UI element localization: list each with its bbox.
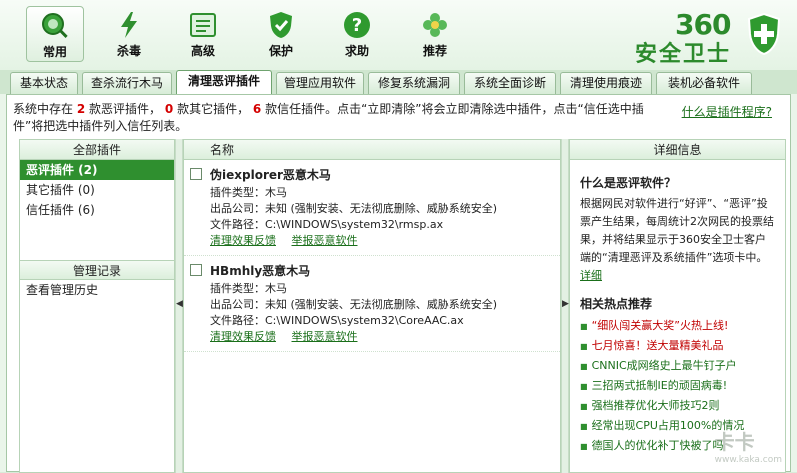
flower-icon <box>423 13 447 37</box>
tab-system-diagnosis[interactable]: 系统全面诊断 <box>464 72 556 94</box>
report-link[interactable]: 举报恶意软件 <box>292 330 358 343</box>
logo-name: 安全卫士 <box>635 42 732 67</box>
watermark: 卡卡 www.kaka.com <box>715 426 782 465</box>
info-text: 款恶评插件， <box>89 102 162 116</box>
toolbar-common-button[interactable]: 常用 <box>26 6 84 62</box>
question-icon: ? <box>344 12 370 38</box>
category-trusted[interactable]: 信任插件 (6) <box>20 200 174 220</box>
toolbar-protect-button[interactable]: 保护 <box>252 6 310 62</box>
info-text: 系统中存在 <box>13 102 74 116</box>
trusted-count: 6 <box>252 102 262 116</box>
watermark-url: www.kaka.com <box>714 455 782 465</box>
what-is-plugin-link[interactable]: 什么是插件程序? <box>682 103 772 120</box>
management-header: 管理记录 <box>20 260 174 280</box>
malicious-count: 2 <box>76 102 86 116</box>
detail-panel: 详细信息 什么是恶评软件？ 根据网民对软件进行“好评”、“恶评”投票产生结果，每… <box>569 139 786 473</box>
tab-manage-software[interactable]: 管理应用软件 <box>276 72 364 94</box>
hot-link[interactable]: 强档推荐优化大师技巧2则 <box>580 396 775 416</box>
name-column-header: 名称 <box>184 140 560 160</box>
tab-bar: 基本状态 查杀流行木马 清理恶评插件 管理应用软件 修复系统漏洞 系统全面诊断 … <box>0 70 797 95</box>
info-message: 系统中存在 2 款恶评插件， 0 款其它插件， 6 款信任插件。点击“立即清除”… <box>13 101 653 135</box>
top-toolbar: 常用 杀毒 高级 保护 ? 求助 推荐 360 安全卫士 <box>0 0 797 70</box>
hot-title: 相关热点推荐 <box>580 297 653 311</box>
tab-clean-traces[interactable]: 清理使用痕迹 <box>560 72 652 94</box>
hot-link[interactable]: CNNIC成网络史上最牛钉子户 <box>580 356 775 376</box>
right-splitter[interactable]: ▶ <box>561 139 569 473</box>
toolbar-label: 保护 <box>268 44 293 58</box>
watermark-text: 卡卡 <box>714 430 755 454</box>
collapse-left-icon: ◀ <box>176 299 183 309</box>
app-window: 常用 杀毒 高级 保护 ? 求助 推荐 360 安全卫士 基本状态 查杀流行木马… <box>0 0 797 473</box>
list-icon <box>190 13 216 37</box>
detail-link[interactable]: 详细 <box>580 269 602 282</box>
tab-clean-plugins[interactable]: 清理恶评插件 <box>176 70 272 95</box>
category-other[interactable]: 其它插件 (0) <box>20 180 174 200</box>
toolbar-label: 高级 <box>190 44 215 58</box>
collapse-right-icon: ▶ <box>562 299 569 309</box>
plugin-item: 伪iexplorer恶意木马 插件类型：木马 出品公司：未知 (强制安装、无法彻… <box>184 160 560 256</box>
svg-text:?: ? <box>352 15 362 36</box>
report-link[interactable]: 举报恶意软件 <box>292 234 358 247</box>
category-malicious[interactable]: 恶评插件 (2) <box>20 160 174 180</box>
detail-text: 根据网民对软件进行“好评”、“恶评”投票产生结果，每周统计2次网民的投票结果，并… <box>580 195 775 285</box>
toolbar-antivirus-button[interactable]: 杀毒 <box>100 6 158 62</box>
detail-question: 什么是恶评软件？ <box>580 176 677 190</box>
toolbar-label: 杀毒 <box>116 44 141 58</box>
hot-link[interactable]: 七月惊喜！送大量精美礼品 <box>580 336 775 356</box>
view-history-link[interactable]: 查看管理历史 <box>20 280 174 300</box>
shield-icon <box>270 12 292 38</box>
logo-shield-icon <box>747 12 781 56</box>
plugin-checkbox[interactable] <box>190 264 202 276</box>
plugin-item: HBmhly恶意木马 插件类型：木马 出品公司：未知 (强制安装、无法彻底删除、… <box>184 256 560 352</box>
plugin-title: HBmhly恶意木马 <box>210 264 311 278</box>
detail-body: 什么是恶评软件？ 根据网民对软件进行“好评”、“恶评”投票产生结果，每周统计2次… <box>570 160 785 462</box>
plugin-checkbox[interactable] <box>190 168 202 180</box>
hot-link[interactable]: “细队闯关赢大奖”火热上线! <box>580 316 775 336</box>
feedback-link[interactable]: 清理效果反馈 <box>210 330 276 343</box>
toolbar-recommend-button[interactable]: 推荐 <box>406 6 464 62</box>
plugin-actions: 清理效果反馈 举报恶意软件 <box>210 233 560 249</box>
toolbar-advanced-button[interactable]: 高级 <box>174 6 232 62</box>
magnifier-icon <box>42 13 68 38</box>
plugin-type: 插件类型：木马 <box>210 186 287 199</box>
hot-link[interactable]: 三招两式抵制IE的顽固病毒! <box>580 376 775 396</box>
other-count: 0 <box>164 102 174 116</box>
management-section: 管理记录 查看管理历史 <box>20 260 174 300</box>
plugin-path: 文件路径：C:\WINDOWS\system32\CoreAAC.ax <box>210 314 464 327</box>
category-header: 全部插件 <box>20 140 174 160</box>
plugin-path: 文件路径：C:\WINDOWS\system32\rmsp.ax <box>210 218 444 231</box>
plugin-list: 名称 伪iexplorer恶意木马 插件类型：木马 出品公司：未知 (强制安装、… <box>183 139 561 473</box>
toolbar-label: 常用 <box>42 45 67 59</box>
content-panel: 系统中存在 2 款恶评插件， 0 款其它插件， 6 款信任插件。点击“立即清除”… <box>6 94 791 473</box>
tab-must-have-software[interactable]: 装机必备软件 <box>656 72 752 94</box>
info-text: 款其它插件， <box>177 102 250 116</box>
plugin-title: 伪iexplorer恶意木马 <box>210 168 331 182</box>
plugin-company: 出品公司：未知 (强制安装、无法彻底删除、威胁系统安全) <box>210 202 498 215</box>
plugin-actions: 清理效果反馈 举报恶意软件 <box>210 329 560 345</box>
plugin-type: 插件类型：木马 <box>210 282 287 295</box>
detail-header: 详细信息 <box>570 140 785 160</box>
toolbar-label: 求助 <box>344 44 369 58</box>
detail-description: 根据网民对软件进行“好评”、“恶评”投票产生结果，每周统计2次网民的投票结果，并… <box>580 197 774 264</box>
tab-trojan-scan[interactable]: 查杀流行木马 <box>82 72 172 94</box>
toolbar-label: 推荐 <box>422 44 447 58</box>
lightning-icon <box>121 12 137 38</box>
feedback-link[interactable]: 清理效果反馈 <box>210 234 276 247</box>
tab-basic-status[interactable]: 基本状态 <box>10 72 78 94</box>
toolbar-help-button[interactable]: ? 求助 <box>328 6 386 62</box>
app-logo: 360 安全卫士 <box>633 8 783 67</box>
plugin-category-panel: 全部插件 恶评插件 (2) 其它插件 (0) 信任插件 (6) 管理记录 查看管… <box>19 139 175 473</box>
tab-fix-vulnerabilities[interactable]: 修复系统漏洞 <box>368 72 460 94</box>
plugin-company: 出品公司：未知 (强制安装、无法彻底删除、威胁系统安全) <box>210 298 498 311</box>
left-splitter[interactable]: ◀ <box>175 139 183 473</box>
